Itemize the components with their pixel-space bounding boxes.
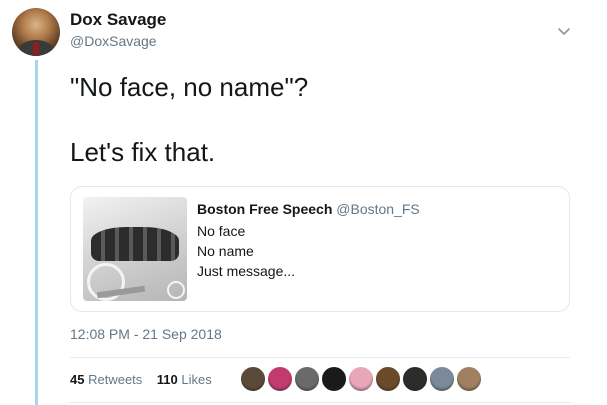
- likes-link[interactable]: 110 Likes: [157, 372, 212, 387]
- avatar-tie: [33, 42, 39, 56]
- quoted-author-name: Boston Free Speech: [197, 201, 333, 217]
- divider-bottom: [70, 402, 570, 403]
- divider-top: [70, 357, 570, 358]
- quoted-tweet-card[interactable]: Boston Free Speech @Boston_FS No face No…: [70, 186, 570, 312]
- tweet-stats: 45 Retweets 110 Likes: [70, 372, 212, 387]
- likes-label: Likes: [181, 372, 212, 387]
- thread-line: [35, 60, 38, 405]
- retweets-count: 45: [70, 372, 85, 387]
- liker-avatar[interactable]: [267, 366, 293, 392]
- quoted-tweet-image[interactable]: [83, 197, 187, 301]
- image-crowd: [91, 227, 179, 261]
- liker-avatar[interactable]: [294, 366, 320, 392]
- quoted-text-line-2: No name: [197, 243, 254, 259]
- retweets-label: Retweets: [88, 372, 143, 387]
- liker-avatar[interactable]: [429, 366, 455, 392]
- tweet-timestamp[interactable]: 12:08 PM - 21 Sep 2018: [70, 326, 222, 342]
- author-handle[interactable]: @DoxSavage: [70, 33, 157, 49]
- liker-avatar[interactable]: [348, 366, 374, 392]
- liker-avatar[interactable]: [456, 366, 482, 392]
- likes-count: 110: [156, 372, 178, 387]
- liker-avatar[interactable]: [321, 366, 347, 392]
- author-avatar[interactable]: [12, 8, 60, 56]
- author-display-name[interactable]: Dox Savage: [70, 10, 166, 30]
- quoted-text-line-1: No face: [197, 223, 246, 239]
- quoted-author-handle: @Boston_FS: [336, 201, 420, 217]
- chevron-down-icon[interactable]: [557, 24, 571, 38]
- tweet-text-line-1: "No face, no name"?: [70, 72, 309, 102]
- image-wheel-small: [167, 281, 185, 299]
- tweet-text-line-2: Let's fix that.: [70, 137, 216, 167]
- liker-avatar[interactable]: [240, 366, 266, 392]
- liker-avatar[interactable]: [375, 366, 401, 392]
- quoted-text-line-3: Just message...: [197, 263, 296, 279]
- liker-avatar[interactable]: [402, 366, 428, 392]
- retweets-link[interactable]: 45 Retweets: [70, 372, 142, 387]
- quoted-tweet-author: Boston Free Speech @Boston_FS: [197, 201, 420, 217]
